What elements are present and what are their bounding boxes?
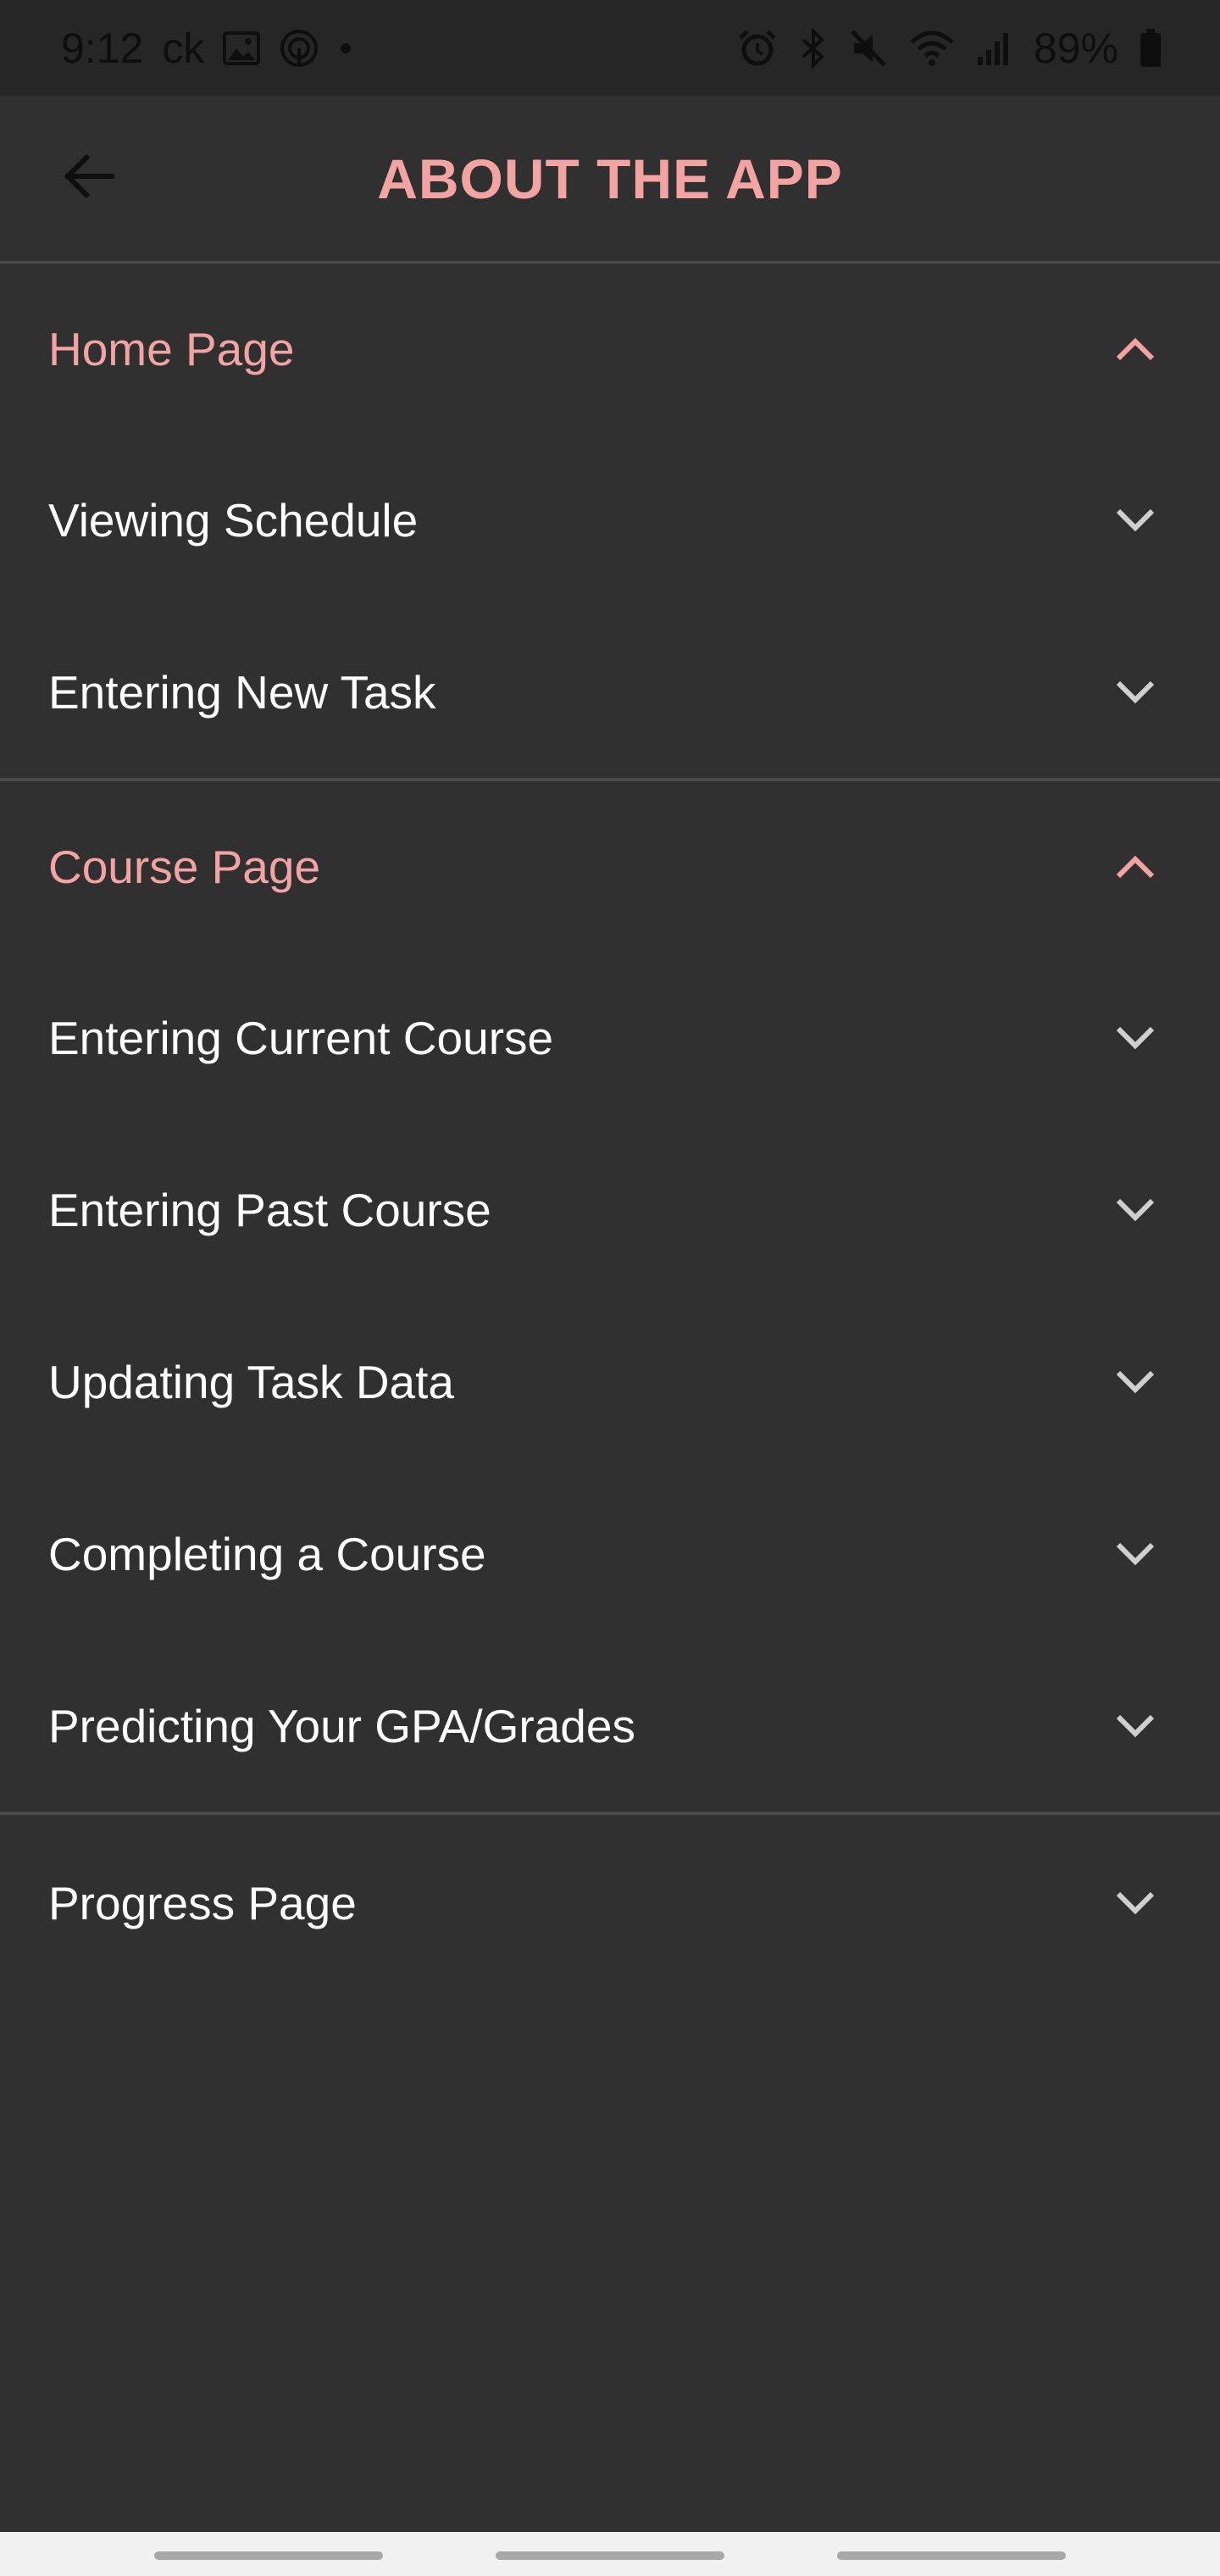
status-bar: 9:12 ck 89% — [0, 0, 1220, 96]
list-item-label: Entering New Task — [48, 665, 436, 719]
section-header-course-page[interactable]: Course Page — [0, 781, 1220, 952]
page-title: ABOUT THE APP — [377, 147, 843, 210]
nav-recents-button[interactable] — [154, 2551, 383, 2560]
status-carrier-tag: ck — [162, 24, 205, 72]
chevron-down-icon — [1112, 497, 1159, 544]
list-item-predicting-gpa-grades[interactable]: Predicting Your GPA/Grades — [0, 1640, 1220, 1812]
chevron-up-icon — [1112, 843, 1159, 891]
list-item-label: Updating Task Data — [48, 1355, 454, 1408]
section-progress-page: Progress Page — [0, 1815, 1220, 1991]
wifi-icon — [908, 29, 956, 68]
list-item-label: Viewing Schedule — [48, 493, 419, 547]
app-screen: 9:12 ck 89% ABOUT THE APP Home Page View… — [0, 0, 1220, 2576]
status-bar-left: 9:12 ck — [61, 24, 353, 73]
system-nav-bar — [0, 2532, 1220, 2576]
section-home-page: Home Page Viewing Schedule Entering New … — [0, 264, 1220, 778]
about-accordion: Home Page Viewing Schedule Entering New … — [0, 264, 1220, 1991]
nav-home-button[interactable] — [496, 2551, 724, 2560]
status-time: 9:12 — [61, 24, 144, 72]
nav-back-button[interactable] — [837, 2551, 1066, 2560]
chevron-down-icon — [1112, 1879, 1159, 1927]
app-bar: ABOUT THE APP — [0, 96, 1220, 264]
focus-icon — [279, 28, 319, 69]
section-header-home-page[interactable]: Home Page — [0, 264, 1220, 434]
dot-icon — [338, 41, 353, 56]
battery-icon — [1139, 28, 1162, 68]
section-header-label: Progress Page — [48, 1877, 357, 1929]
list-item-label: Predicting Your GPA/Grades — [48, 1699, 635, 1752]
chevron-down-icon — [1112, 669, 1159, 716]
list-item-updating-task-data[interactable]: Updating Task Data — [0, 1296, 1220, 1468]
list-item-entering-new-task[interactable]: Entering New Task — [0, 606, 1220, 778]
section-header-label: Home Page — [48, 322, 295, 375]
list-item-label: Completing a Course — [48, 1527, 486, 1580]
chevron-down-icon — [1112, 1702, 1159, 1750]
list-item-label: Entering Past Course — [48, 1183, 491, 1236]
arrow-back-icon — [61, 153, 115, 204]
status-bar-right: 89% — [737, 24, 1162, 73]
list-item-completing-a-course[interactable]: Completing a Course — [0, 1468, 1220, 1640]
alarm-icon — [737, 28, 778, 69]
list-item-entering-past-course[interactable]: Entering Past Course — [0, 1124, 1220, 1296]
section-header-progress-page[interactable]: Progress Page — [0, 1815, 1220, 1991]
chevron-down-icon — [1112, 1358, 1159, 1406]
back-button[interactable] — [47, 138, 129, 219]
chevron-down-icon — [1112, 1014, 1159, 1062]
signal-icon — [976, 30, 1013, 67]
chevron-down-icon — [1112, 1530, 1159, 1578]
section-course-page: Course Page Entering Current Course Ente… — [0, 781, 1220, 1812]
list-item-entering-current-course[interactable]: Entering Current Course — [0, 952, 1220, 1124]
mute-icon — [849, 28, 888, 69]
section-header-label: Course Page — [48, 840, 321, 893]
chevron-down-icon — [1112, 1186, 1159, 1234]
list-item-label: Entering Current Course — [48, 1011, 554, 1064]
list-item-viewing-schedule[interactable]: Viewing Schedule — [0, 434, 1220, 606]
chevron-up-icon — [1112, 325, 1159, 373]
battery-percent: 89% — [1033, 24, 1118, 72]
image-icon — [223, 31, 261, 65]
bluetooth-icon — [798, 27, 829, 69]
